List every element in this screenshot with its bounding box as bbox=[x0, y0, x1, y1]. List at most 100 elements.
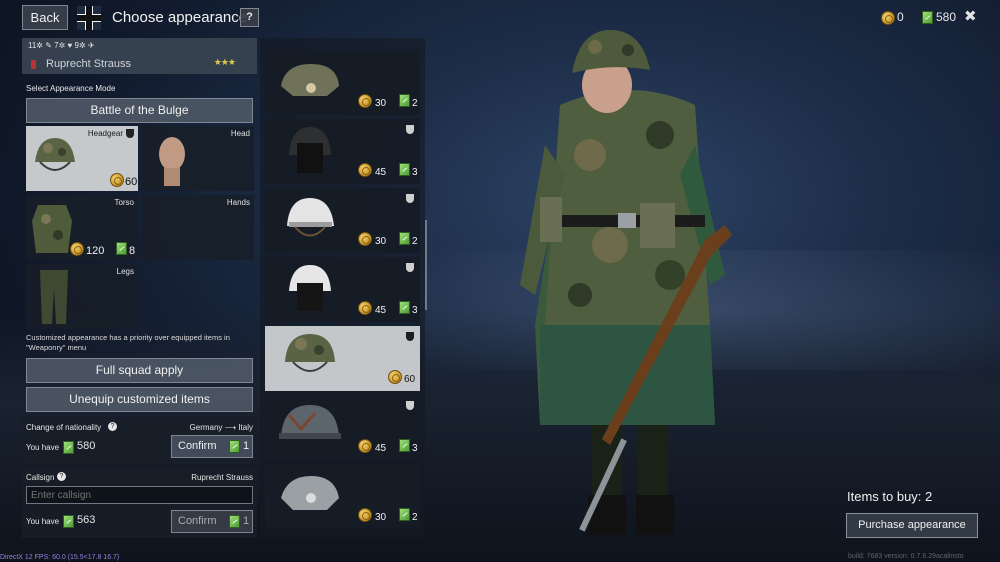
shield-icon bbox=[406, 125, 414, 134]
nationality-help-icon[interactable]: ? bbox=[108, 422, 117, 431]
slot-price: 60 bbox=[125, 176, 138, 188]
ticket-icon bbox=[63, 515, 74, 528]
you-have-value: 563 bbox=[77, 514, 96, 526]
ticket-icon bbox=[229, 515, 240, 528]
slot-torso[interactable]: Torso 120 8 bbox=[26, 195, 138, 260]
callsign-label: Callsign bbox=[26, 473, 55, 482]
steel-helmet-icon bbox=[279, 405, 341, 439]
ticket-icon bbox=[922, 11, 933, 24]
item-tickets: 2 bbox=[412, 98, 418, 109]
full-squad-apply-button[interactable]: Full squad apply bbox=[26, 358, 253, 383]
soldier-card[interactable]: 11✲ ✎ 7✲ ♥ 9✲ ✈ Ruprecht Strauss ★★★ bbox=[22, 38, 257, 74]
slot-hands[interactable]: Hands bbox=[142, 195, 254, 260]
item-price: 45 bbox=[375, 305, 387, 316]
confirm-cost: 1 bbox=[243, 515, 250, 527]
ticket-icon bbox=[399, 94, 410, 107]
camo-helmet-icon bbox=[285, 334, 335, 372]
gold-coin-icon bbox=[358, 232, 372, 246]
item-tickets: 3 bbox=[412, 443, 418, 454]
gold-coin-icon bbox=[388, 370, 402, 384]
item-price: 30 bbox=[375, 512, 387, 523]
item-price: 60 bbox=[404, 374, 416, 385]
you-have-label: You have bbox=[26, 517, 60, 526]
callsign-soldier-name: Ruprecht Strauss bbox=[191, 473, 253, 482]
help-button[interactable]: ? bbox=[240, 8, 259, 27]
ticket-icon bbox=[116, 242, 127, 255]
grey-field-cap-icon bbox=[281, 476, 339, 510]
item-price: 45 bbox=[375, 443, 387, 454]
gold-coin-icon bbox=[881, 11, 895, 25]
ticket-icon bbox=[399, 163, 410, 176]
item-white-helmet[interactable]: 30 2 bbox=[265, 188, 420, 253]
item-camo-helmet[interactable]: 60 bbox=[265, 326, 420, 391]
nationality-box: Change of nationality ? Germany ⟶ Italy … bbox=[22, 417, 257, 464]
soldier-model[interactable] bbox=[510, 25, 750, 545]
purchase-appearance-button[interactable]: Purchase appearance bbox=[846, 513, 978, 538]
slot-label: Torso bbox=[114, 198, 134, 207]
item-tickets: 2 bbox=[412, 512, 418, 523]
slot-label: Hands bbox=[226, 198, 250, 207]
field-cap-icon bbox=[281, 64, 339, 96]
you-have-value: 580 bbox=[77, 440, 96, 452]
unequip-button[interactable]: Unequip customized items bbox=[26, 387, 253, 412]
slot-price: 120 bbox=[86, 245, 105, 257]
gold-coin-icon bbox=[110, 173, 124, 187]
slot-tickets: 8 bbox=[129, 245, 136, 257]
balkenkreuz-icon bbox=[77, 6, 101, 30]
mode-label: Select Appearance Mode bbox=[26, 84, 116, 93]
callsign-help-icon[interactable]: ? bbox=[57, 472, 66, 481]
camo-helmet-icon bbox=[35, 138, 75, 171]
appearance-mode-select[interactable]: Battle of the Bulge bbox=[26, 98, 253, 123]
slot-headgear[interactable]: Headgear 60 bbox=[26, 126, 138, 191]
shield-icon bbox=[126, 129, 134, 138]
item-steel-helmet[interactable]: 45 3 bbox=[265, 395, 420, 460]
ticket-icon bbox=[399, 439, 410, 452]
item-white-helmet-mask[interactable]: 45 3 bbox=[265, 257, 420, 322]
item-grey-field-cap[interactable]: 30 2 bbox=[265, 464, 420, 529]
slot-label: Legs bbox=[116, 267, 134, 276]
item-price: 45 bbox=[375, 167, 387, 178]
gold-coin-icon bbox=[358, 439, 372, 453]
item-tickets: 3 bbox=[412, 167, 418, 178]
item-dark-helmet[interactable]: 45 3 bbox=[265, 119, 420, 184]
head-icon bbox=[159, 137, 185, 186]
priority-info: Customized appearance has a priority ove… bbox=[26, 333, 230, 352]
confirm-cost: 1 bbox=[243, 440, 250, 452]
close-button[interactable]: ✖ bbox=[964, 7, 977, 25]
back-button[interactable]: Back bbox=[22, 5, 68, 30]
ticket-icon bbox=[63, 441, 74, 454]
gold-coin-icon bbox=[358, 163, 372, 177]
ticket-icon bbox=[399, 232, 410, 245]
slot-head[interactable]: Head bbox=[142, 126, 254, 191]
item-price: 30 bbox=[375, 98, 387, 109]
top-bar: Back Choose appearance ? 0 580 ✖ bbox=[0, 0, 1000, 36]
slot-label: Headgear bbox=[87, 129, 123, 138]
item-tickets: 2 bbox=[412, 236, 418, 247]
you-have-label: You have bbox=[26, 443, 60, 452]
gold-coin-icon bbox=[358, 508, 372, 522]
rank-icon bbox=[31, 60, 36, 69]
ticket-icon bbox=[399, 301, 410, 314]
page-title: Choose appearance bbox=[112, 9, 248, 26]
gold-coin-icon bbox=[70, 242, 84, 256]
callsign-confirm-button[interactable]: Confirm 1 bbox=[171, 510, 253, 533]
ticket-icon bbox=[399, 508, 410, 521]
item-field-cap[interactable]: 30 2 bbox=[265, 50, 420, 115]
soldier-name: Ruprecht Strauss bbox=[46, 58, 131, 70]
items-to-buy: Items to buy: 2 bbox=[847, 489, 933, 504]
ticket-icon bbox=[229, 440, 240, 453]
gold-coin-icon bbox=[358, 301, 372, 315]
headgear-item-list: 30 2 45 3 30 2 45 3 60 45 3 30 2 bbox=[260, 38, 425, 538]
callsign-input[interactable] bbox=[26, 486, 253, 504]
shield-icon bbox=[406, 401, 414, 410]
nationality-confirm-button[interactable]: Confirm 1 bbox=[171, 435, 253, 458]
torso-icon bbox=[32, 205, 72, 253]
nationality-label: Change of nationality bbox=[26, 423, 102, 432]
soldier-stats: 11✲ ✎ 7✲ ♥ 9✲ ✈ bbox=[28, 41, 95, 50]
item-list-scrollbar[interactable] bbox=[425, 220, 427, 310]
dark-helmet-icon bbox=[289, 127, 331, 173]
slot-label: Head bbox=[230, 129, 250, 138]
slot-legs[interactable]: Legs bbox=[26, 264, 138, 329]
shield-icon bbox=[406, 332, 414, 341]
item-price: 30 bbox=[375, 236, 387, 247]
